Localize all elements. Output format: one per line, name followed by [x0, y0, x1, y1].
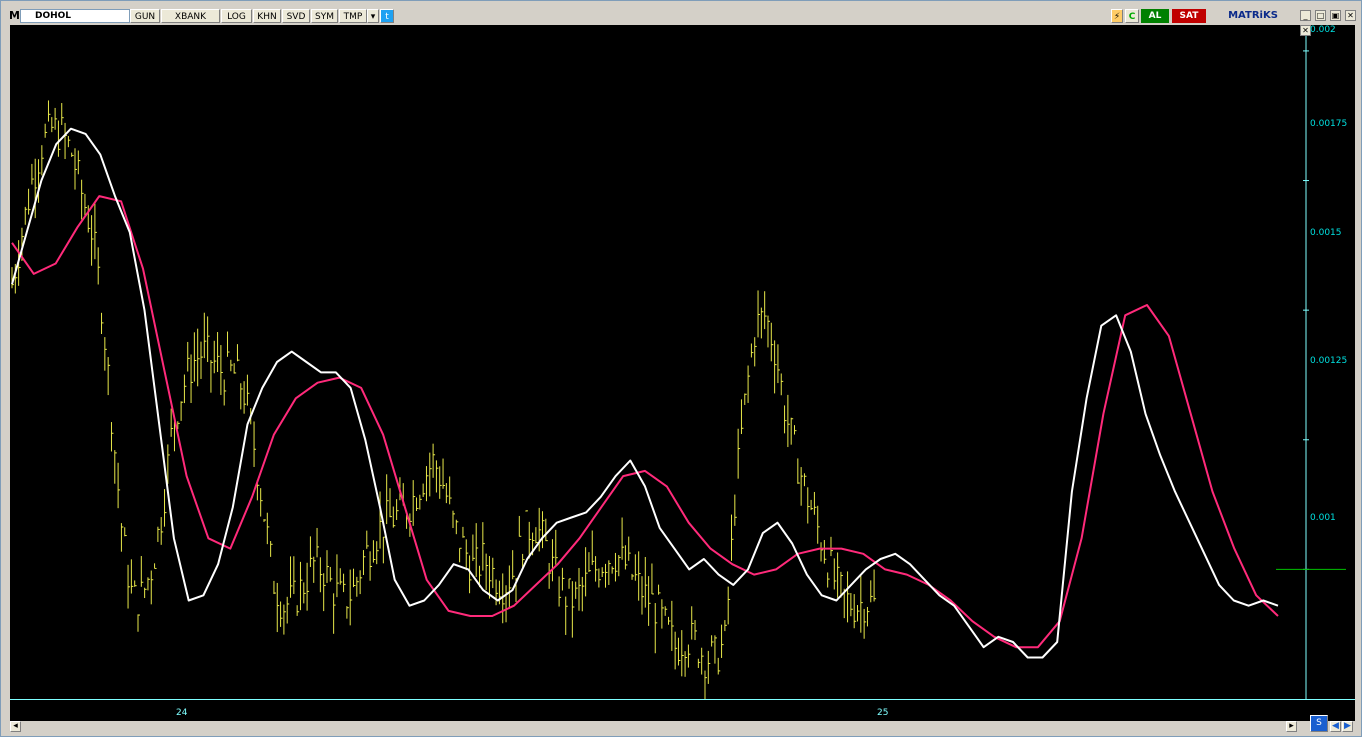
close-icon[interactable]: ✕ — [1345, 10, 1356, 21]
y-label-4: 0.001 — [1310, 513, 1336, 523]
chart-canvas — [11, 25, 1346, 699]
sync-icon[interactable]: S — [1310, 715, 1328, 732]
y-label-1: 0.00175 — [1310, 119, 1348, 129]
nav-left-icon[interactable]: ◀ — [1330, 721, 1341, 732]
refresh-icon[interactable]: C — [1125, 9, 1139, 23]
y-label-2: 0.0015 — [1310, 228, 1342, 238]
symbol-input[interactable]: DOHOL — [20, 9, 130, 23]
x-label-24: 24 — [176, 708, 188, 718]
lightning-icon[interactable]: ⚡ — [1111, 9, 1123, 23]
price-chart[interactable]: ✕ 0.002 0.00175 0.0015 0.00125 0.001 — [10, 25, 1355, 699]
svd-button[interactable]: SVD — [282, 9, 310, 23]
app-window: M DOHOL GUN XBANK LOG KHN SVD SYM TMP ▾ … — [0, 0, 1362, 737]
sym-button[interactable]: SYM — [311, 9, 338, 23]
symbol-value: DOHOL — [35, 11, 72, 21]
more-dropdown-icon[interactable]: ▾ — [367, 9, 379, 23]
twitter-icon[interactable]: t — [380, 9, 394, 23]
matriks-logo: M — [9, 9, 20, 22]
sell-button[interactable]: SAT — [1172, 9, 1206, 23]
y-label-3: 0.00125 — [1310, 356, 1348, 366]
khn-button[interactable]: KHN — [253, 9, 281, 23]
x-label-25: 25 — [877, 708, 889, 718]
scroll-right-icon[interactable]: ▸ — [1286, 721, 1297, 732]
scroll-left-icon[interactable]: ◂ — [10, 721, 21, 732]
log-button[interactable]: LOG — [221, 9, 252, 23]
gun-button[interactable]: GUN — [130, 9, 160, 23]
xbank-button[interactable]: XBANK — [161, 9, 220, 23]
tmp-button[interactable]: TMP — [339, 9, 367, 23]
nav-right-icon[interactable]: ▶ — [1342, 721, 1353, 732]
horizontal-scrollbar[interactable]: ◂ ▸ S ◀ ▶ — [10, 715, 1355, 732]
minimize-icon[interactable]: _ — [1300, 10, 1311, 21]
buy-button[interactable]: AL — [1141, 9, 1169, 23]
x-axis: 24 25 — [10, 699, 1355, 722]
brand-label: MATRiKS — [1228, 10, 1278, 21]
y-label-0: 0.002 — [1310, 25, 1336, 35]
restore-icon[interactable]: □ — [1315, 10, 1326, 21]
maximize-icon[interactable]: ▣ — [1330, 10, 1341, 21]
toolbar: M DOHOL GUN XBANK LOG KHN SVD SYM TMP ▾ … — [4, 9, 1358, 24]
